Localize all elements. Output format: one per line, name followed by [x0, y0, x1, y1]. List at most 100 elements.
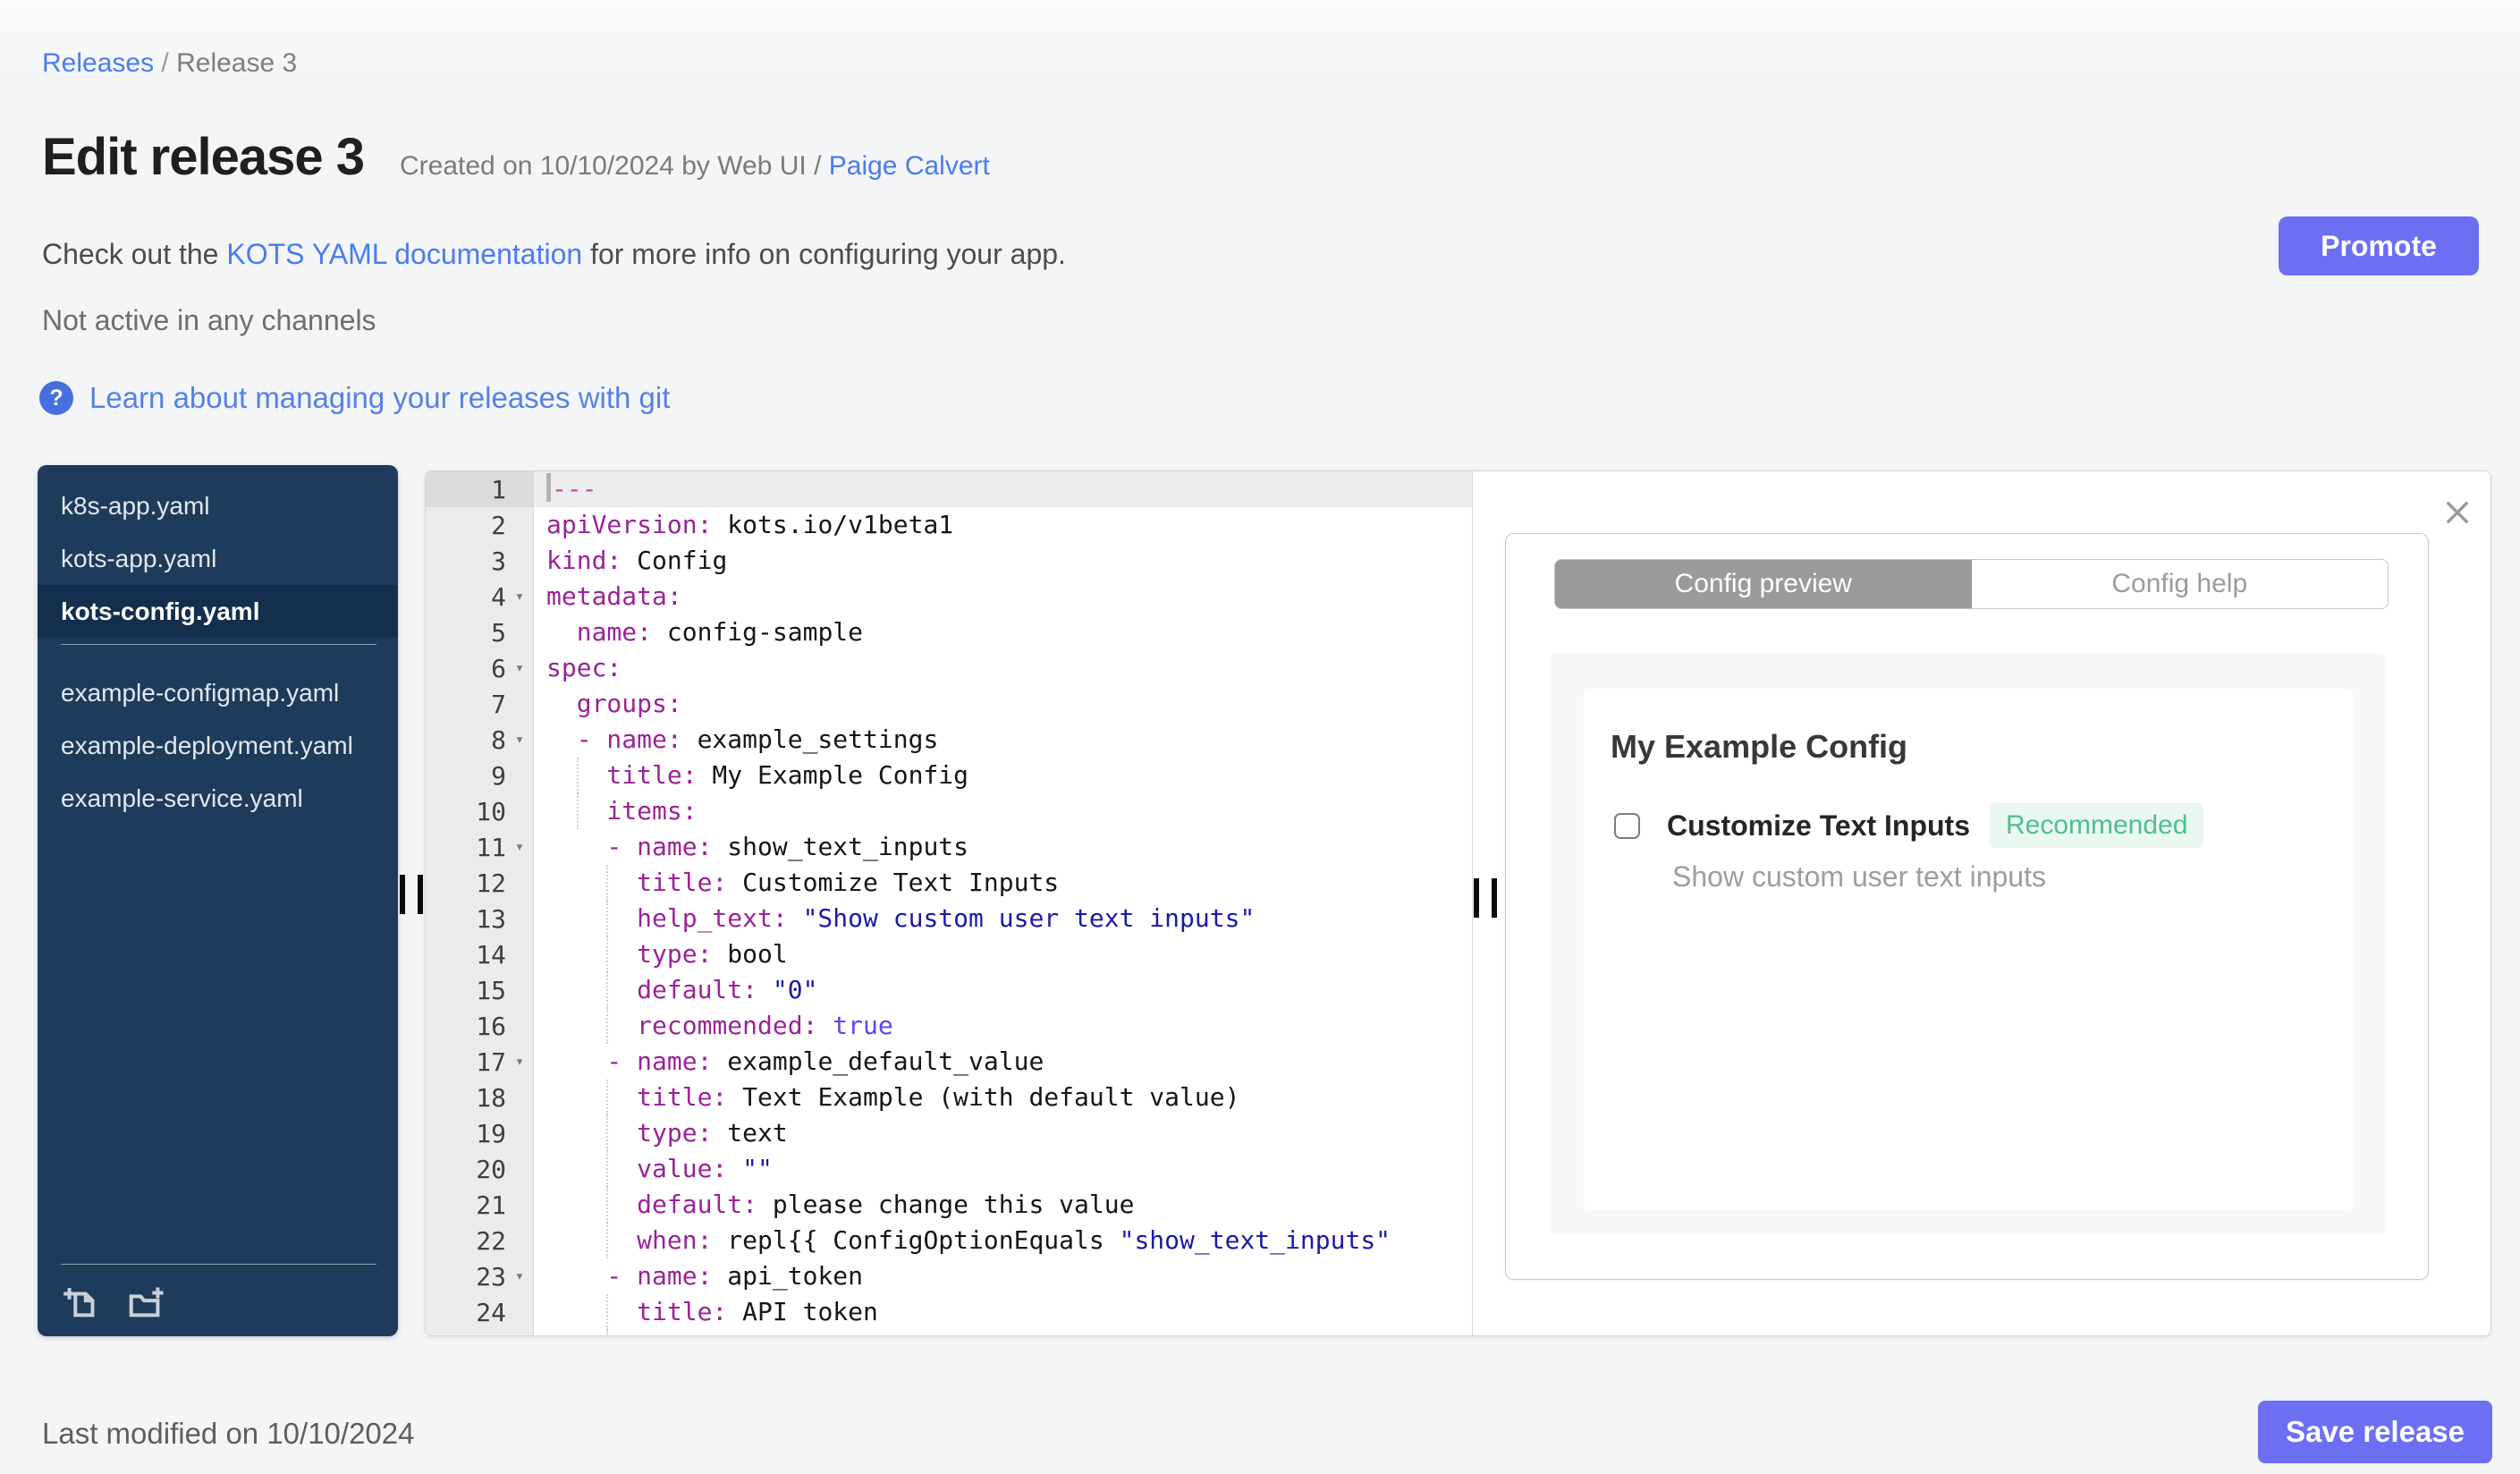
- breadcrumb-releases-link[interactable]: Releases: [42, 48, 154, 78]
- tab-config-preview[interactable]: Config preview: [1555, 560, 1972, 608]
- code-token: Text Example (with default value): [727, 1082, 1240, 1112]
- code-token: items:: [546, 796, 698, 826]
- code-line-14[interactable]: 14 type: bool: [426, 936, 1472, 972]
- code-line-18[interactable]: 18 title: Text Example (with default val…: [426, 1080, 1472, 1115]
- editor-resize-handle[interactable]: [1474, 878, 1497, 918]
- config-item-help-text: Show custom user text inputs: [1672, 860, 2046, 893]
- code-text: kind: Config: [534, 543, 1472, 579]
- gutter-cell: 18: [426, 1080, 534, 1115]
- code-line-17[interactable]: 17 ▾ - name: example_default_value: [426, 1044, 1472, 1080]
- code-line-16[interactable]: 16 recommended: true: [426, 1008, 1472, 1044]
- code-token: repl{{ ConfigOptionEquals: [712, 1225, 1120, 1255]
- file-item-kots-config.yaml[interactable]: kots-config.yaml: [38, 585, 398, 638]
- config-render-area: My Example Config Customize Text Inputs …: [1551, 653, 2385, 1234]
- code-line-5[interactable]: 5 name: config-sample: [426, 614, 1472, 650]
- code-token: "show_text_inputs": [1119, 1225, 1391, 1255]
- gutter-cell: 5: [426, 614, 534, 650]
- code-token: ---: [552, 474, 597, 504]
- code-token: type:: [546, 1333, 712, 1335]
- code-token: true: [833, 1011, 893, 1040]
- code-line-4[interactable]: 4 ▾ metadata:: [426, 579, 1472, 614]
- gutter-cell: 8 ▾: [426, 722, 534, 758]
- doc-line-suffix: for more info on configuring your app.: [582, 238, 1066, 270]
- code-token: - name:: [546, 724, 682, 754]
- code-line-24[interactable]: 24 title: API token: [426, 1294, 1472, 1330]
- code-text: type: bool: [534, 936, 1472, 972]
- code-text: value: "": [534, 1151, 1472, 1187]
- sidebar-resize-handle[interactable]: [400, 875, 423, 914]
- code-line-8[interactable]: 8 ▾ - name: example_settings: [426, 722, 1472, 758]
- gutter-cell: 6 ▾: [426, 650, 534, 686]
- fold-arrow-icon[interactable]: ▾: [506, 659, 533, 677]
- yaml-code-editor[interactable]: 1 --- 2 apiVersion: kots.io/v1beta1 3 kind: C…: [426, 471, 1473, 1335]
- add-folder-icon[interactable]: [125, 1283, 166, 1324]
- breadcrumb: Releases / Release 3: [42, 48, 297, 79]
- code-line-6[interactable]: 6 ▾ spec:: [426, 650, 1472, 686]
- file-item-example-configmap.yaml[interactable]: example-configmap.yaml: [38, 666, 398, 719]
- gutter-cell: 14: [426, 936, 534, 972]
- code-token: type:: [546, 1118, 713, 1148]
- file-item-kots-app.yaml[interactable]: kots-app.yaml: [38, 532, 398, 585]
- code-token: spec:: [546, 653, 622, 682]
- file-item-example-service.yaml[interactable]: example-service.yaml: [38, 772, 398, 825]
- fold-arrow-icon[interactable]: ▾: [506, 588, 533, 606]
- code-text: apiVersion: kots.io/v1beta1: [534, 507, 1472, 543]
- author-link[interactable]: Paige Calvert: [829, 151, 990, 181]
- code-line-21[interactable]: 21 default: please change this value: [426, 1187, 1472, 1223]
- code-line-3[interactable]: 3 kind: Config: [426, 543, 1472, 579]
- code-token: type:: [546, 939, 713, 969]
- code-token: password: [712, 1333, 848, 1335]
- code-text: recommended: true: [534, 1008, 1472, 1044]
- kots-yaml-doc-link[interactable]: KOTS YAML documentation: [226, 238, 582, 270]
- handle-bar: [418, 875, 423, 914]
- code-token: - name:: [546, 1261, 713, 1291]
- line-number: 12: [476, 868, 506, 898]
- git-help-link[interactable]: ? Learn about managing your releases wit…: [39, 381, 670, 415]
- fold-arrow-icon[interactable]: ▾: [506, 1053, 533, 1071]
- code-line-19[interactable]: 19 type: text: [426, 1115, 1472, 1151]
- indent-guide: [606, 1080, 609, 1115]
- close-preview-button[interactable]: [2439, 495, 2476, 532]
- code-line-20[interactable]: 20 value: "": [426, 1151, 1472, 1187]
- title-row: Edit release 3 Created on 10/10/2024 by …: [42, 127, 990, 187]
- gutter-cell: 9: [426, 758, 534, 793]
- code-line-22[interactable]: 22 when: repl{{ ConfigOptionEquals "show…: [426, 1223, 1472, 1258]
- line-number: 22: [476, 1225, 506, 1256]
- add-file-icon[interactable]: [61, 1283, 102, 1324]
- fold-arrow-icon[interactable]: ▾: [506, 838, 533, 856]
- tab-config-help[interactable]: Config help: [1971, 560, 2388, 608]
- fold-arrow-icon[interactable]: ▾: [506, 731, 533, 749]
- code-text: title: Text Example (with default value): [534, 1080, 1472, 1115]
- code-line-7[interactable]: 7 groups:: [426, 686, 1472, 722]
- fold-arrow-icon[interactable]: ▾: [506, 1267, 533, 1285]
- line-number: 10: [476, 796, 506, 826]
- promote-button[interactable]: Promote: [2279, 216, 2479, 275]
- code-token: "Show custom user text inputs": [802, 903, 1256, 933]
- code-line-10[interactable]: 10 items:: [426, 793, 1472, 829]
- code-line-9[interactable]: 9 title: My Example Config: [426, 758, 1472, 793]
- config-item-row: Customize Text Inputs Recommended: [1614, 803, 2204, 848]
- code-line-2[interactable]: 2 apiVersion: kots.io/v1beta1: [426, 507, 1472, 543]
- code-line-23[interactable]: 23 ▾ - name: api_token: [426, 1258, 1472, 1294]
- code-line-15[interactable]: 15 default: "0": [426, 972, 1472, 1008]
- code-line-11[interactable]: 11 ▾ - name: show_text_inputs: [426, 829, 1472, 865]
- indent-guide: [606, 1008, 609, 1044]
- save-release-button[interactable]: Save release: [2258, 1401, 2492, 1463]
- gutter-cell: 3: [426, 543, 534, 579]
- last-modified-text: Last modified on 10/10/2024: [42, 1417, 415, 1450]
- code-line-25[interactable]: 25 type: password: [426, 1330, 1472, 1335]
- code-token: title:: [546, 868, 728, 897]
- code-token: groups:: [546, 689, 682, 718]
- customize-text-inputs-checkbox[interactable]: [1614, 812, 1640, 839]
- preview-tab-group: Config preview Config help: [1554, 559, 2389, 609]
- code-line-1[interactable]: 1 ---: [426, 471, 1472, 507]
- file-item-example-deployment.yaml[interactable]: example-deployment.yaml: [38, 719, 398, 772]
- gutter-cell: 23 ▾: [426, 1258, 534, 1294]
- code-text: default: please change this value: [534, 1187, 1472, 1223]
- line-number: 19: [476, 1118, 506, 1148]
- code-line-13[interactable]: 13 help_text: "Show custom user text inp…: [426, 901, 1472, 936]
- file-item-k8s-app.yaml[interactable]: k8s-app.yaml: [38, 479, 398, 532]
- code-line-12[interactable]: 12 title: Customize Text Inputs: [426, 865, 1472, 901]
